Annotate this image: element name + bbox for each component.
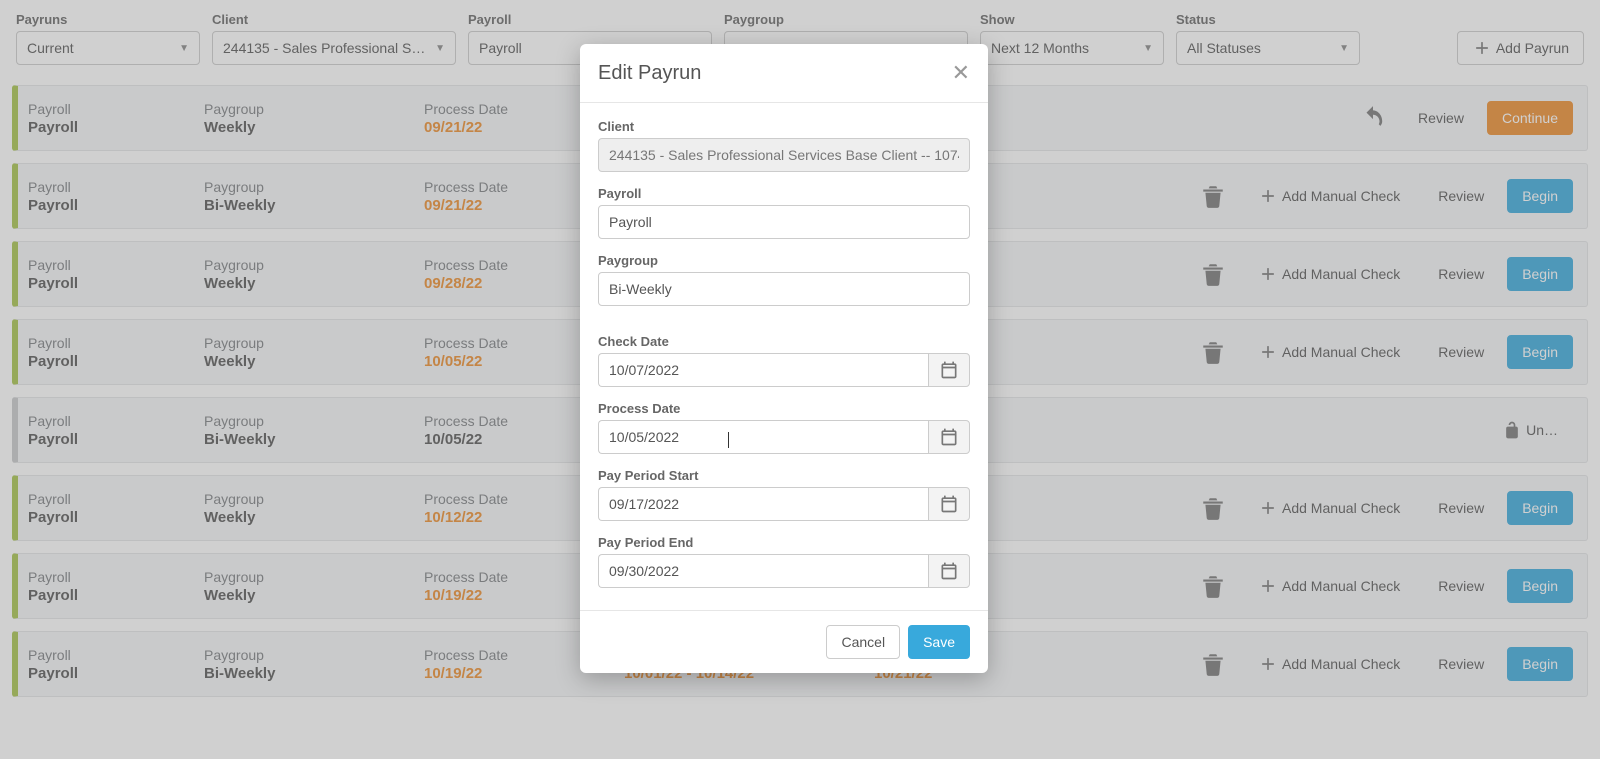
label-client: Client (598, 119, 970, 134)
calendar-icon (939, 360, 959, 380)
pay-period-end-picker-button[interactable] (928, 554, 970, 588)
payroll-field[interactable] (598, 205, 970, 239)
save-button[interactable]: Save (908, 625, 970, 659)
save-label: Save (923, 634, 955, 650)
label-pay-period-end: Pay Period End (598, 535, 970, 550)
pay-period-end-field[interactable] (598, 554, 928, 588)
cancel-label: Cancel (841, 634, 885, 650)
text-cursor (728, 432, 729, 448)
calendar-icon (939, 561, 959, 581)
label-check-date: Check Date (598, 334, 970, 349)
label-paygroup: Paygroup (598, 253, 970, 268)
label-process-date: Process Date (598, 401, 970, 416)
process-date-picker-button[interactable] (928, 420, 970, 454)
label-pay-period-start: Pay Period Start (598, 468, 970, 483)
pay-period-start-field[interactable] (598, 487, 928, 521)
client-field[interactable] (598, 138, 970, 172)
modal-title: Edit Payrun (598, 62, 701, 85)
close-icon[interactable]: ✕ (952, 60, 970, 86)
check-date-field[interactable] (598, 353, 928, 387)
edit-payrun-modal: Edit Payrun ✕ Client Payroll Paygroup Ch… (580, 44, 988, 673)
paygroup-field[interactable] (598, 272, 970, 306)
calendar-icon (939, 494, 959, 514)
calendar-icon (939, 427, 959, 447)
process-date-field[interactable] (598, 420, 928, 454)
pay-period-start-picker-button[interactable] (928, 487, 970, 521)
cancel-button[interactable]: Cancel (826, 625, 900, 659)
check-date-picker-button[interactable] (928, 353, 970, 387)
label-payroll: Payroll (598, 186, 970, 201)
